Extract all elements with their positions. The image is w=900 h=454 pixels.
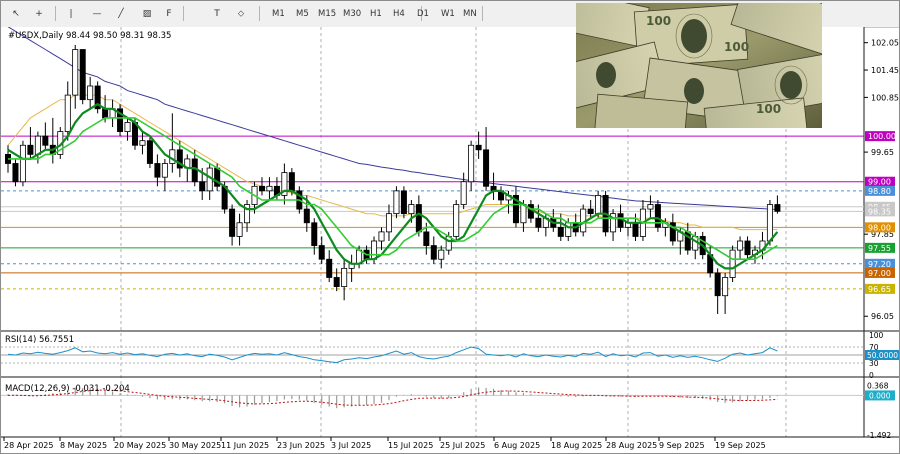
fibonacci-icon[interactable]: F [159,4,179,23]
banknote-denomination: 100 [724,40,749,54]
price-tick-label: 100.85 [871,93,899,102]
banknote-denomination: 100 [756,102,781,116]
level-price-tag: 98.00 [868,223,891,232]
trendline-icon[interactable]: ╱ [111,4,131,23]
date-tick-label: 19 Sep 2025 [715,441,766,450]
candle [146,136,153,169]
level-price-tag: 99.00 [868,178,891,187]
crosshair-icon[interactable]: + [29,4,49,23]
banknote-denomination: 100 [646,14,671,28]
date-tick-label: 20 May 2025 [114,441,166,450]
level-price-tag: 97.55 [868,244,891,253]
candle [19,140,26,187]
date-tick-label: 18 Aug 2025 [551,441,602,450]
date-tick-label: 15 Jul 2025 [388,441,433,450]
timeframe-m5-button[interactable]: M5 [293,4,312,23]
candle [400,186,407,219]
level-price-tag: 97.20 [868,260,891,269]
text-icon[interactable]: T [207,4,227,23]
timeframe-m1-button[interactable]: M1 [269,4,288,23]
shapes-icon[interactable]: ⬦ [231,4,251,23]
rsi-value-tag: 50.0000 [867,351,898,360]
rsi-header: RSI(14) 56.7551 [5,335,74,345]
vertical-line-icon[interactable]: | [61,4,81,23]
date-tick-label: 30 May 2025 [169,441,221,450]
rsi-tick-label: 100 [869,331,884,340]
channel-icon[interactable]: ▨ [137,4,157,23]
money-photo: 100 100 100 [576,3,822,128]
level-price-tag: 96.65 [868,285,891,294]
level-price-tag: 98.80 [868,187,891,196]
level-price-tag: 97.00 [868,269,891,278]
macd-header: MACD(12,26,9) -0.031 -0.204 [5,384,130,394]
toolbar-separator [482,6,483,21]
price-tick-label: 99.65 [871,148,894,157]
timeframe-h4-button[interactable]: H4 [390,4,408,23]
date-tick-label: 25 Jul 2025 [440,441,485,450]
date-tick-label: 11 Jun 2025 [221,441,269,450]
candle [117,104,124,137]
toolbar-separator [183,6,184,21]
cursor-icon[interactable]: ↖ [6,4,26,23]
timeframe-m15-button[interactable]: M15 [315,4,339,23]
candle [94,81,101,114]
candle [393,186,400,219]
rsi-tick-label: 0 [869,371,874,380]
date-tick-label: 8 May 2025 [60,441,107,450]
toolbar-separator [55,6,56,21]
timeframe-h1-button[interactable]: H1 [367,4,385,23]
timeframe-m30-button[interactable]: M30 [340,4,364,23]
date-tick-label: 9 Sep 2025 [659,441,705,450]
price-tick-label: 96.05 [871,312,894,321]
timeframe-mn-button[interactable]: MN [460,4,480,23]
candle [654,199,661,232]
toolbar-separator [259,6,260,21]
timeframe-d1-button[interactable]: D1 [414,4,432,23]
level-price-tag: 100.00 [868,132,896,141]
candle [453,199,460,242]
candle [79,49,86,105]
macd-tick-label: -1.492 [867,431,891,440]
level-price-tag: 98.35 [868,207,891,216]
chart-header: #USDX,Daily 98.44 98.50 98.31 98.35 [8,31,171,41]
rsi-tick-label: 30 [869,359,879,368]
macd-value-tag: 0.000 [869,391,891,400]
timeframe-w1-button[interactable]: W1 [438,4,458,23]
date-tick-label: 3 Jul 2025 [331,441,371,450]
macd-tick-label: 0.368 [867,382,889,391]
chart-window: ↖ + | — ╱ ▨ F T ⬦ M1 M5 M15 M30 H1 H4 D1 W1 MN 102.05 101.… [0,0,900,454]
date-tick-label: 23 Jun 2025 [277,441,325,450]
candle [729,245,736,283]
price-tick-label: 102.05 [871,39,899,48]
date-tick-label: 6 Aug 2025 [494,441,540,450]
date-tick-label: 28 Aug 2025 [606,441,657,450]
horizontal-line-icon[interactable]: — [87,4,107,23]
date-tick-label: 28 Apr 2025 [4,441,53,450]
price-tick-label: 101.45 [871,66,899,75]
